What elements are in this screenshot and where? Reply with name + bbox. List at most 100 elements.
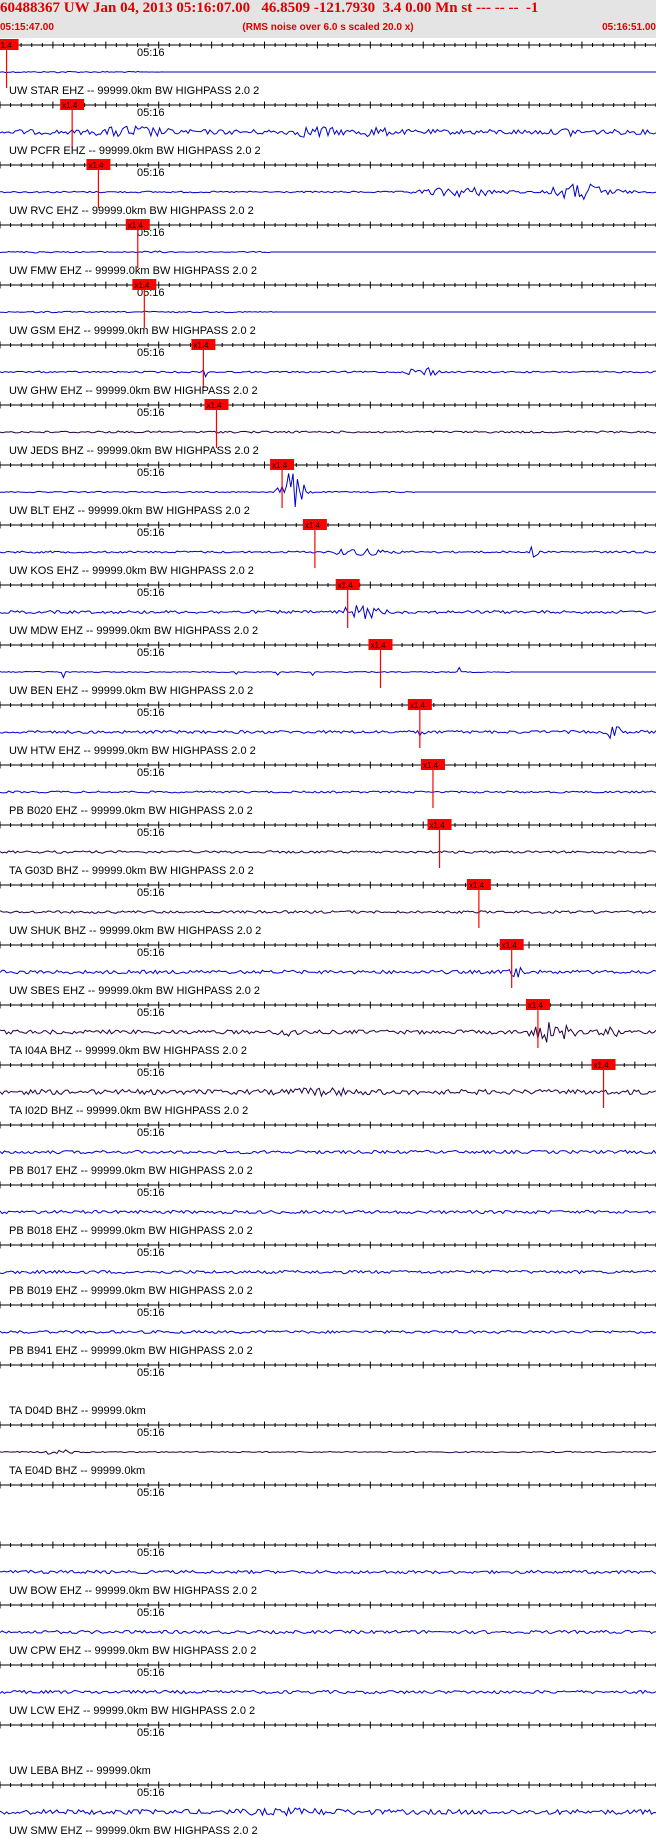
pick-label: x1.4 — [272, 461, 288, 470]
tick-label: 05:16 — [137, 1427, 165, 1439]
pick-label: x1.4 — [430, 821, 446, 830]
pick-label: x1.4 — [502, 941, 518, 950]
pick-label: x1.4 — [305, 521, 321, 530]
pick-label: x1.4 — [370, 641, 386, 650]
waveform-trace — [0, 430, 656, 434]
waveform-trace — [0, 1569, 656, 1575]
waveform-trace — [0, 367, 656, 378]
station-label: TA I02D BHZ -- 99999.0km BW HIGHPASS 2.0… — [9, 1105, 248, 1117]
pick-label: x1.4 — [206, 401, 222, 410]
station-label: PB B019 EHZ -- 99999.0km BW HIGHPASS 2.0… — [9, 1285, 253, 1297]
waveform-trace — [0, 604, 656, 620]
waveform-trace — [0, 726, 656, 740]
tick-label: 05:16 — [137, 1247, 165, 1259]
waveform-trace — [0, 70, 656, 74]
tick-label: 05:16 — [137, 1487, 165, 1499]
station-label: UW SBES EHZ -- 99999.0km BW HIGHPASS 2.0… — [9, 985, 260, 997]
pick-label: x1.4 — [338, 581, 354, 590]
station-label: PB B018 EHZ -- 99999.0km BW HIGHPASS 2.0… — [9, 1225, 253, 1237]
tick-label: 05:16 — [137, 887, 165, 899]
station-label: UW BOW EHZ -- 99999.0km BW HIGHPASS 2.0 … — [9, 1585, 257, 1597]
tick-label: 05:16 — [137, 47, 165, 59]
tick-label: 05:16 — [137, 167, 165, 179]
waveform-trace — [0, 909, 656, 915]
station-label: UW LCW EHZ -- 99999.0km BW HIGHPASS 2.0 … — [9, 1705, 255, 1717]
waveform-trace — [0, 1449, 656, 1455]
seismogram-traces: 05:16 x1.4 UW STAR EHZ -- 99999.0km BW HIG… — [0, 39, 656, 1837]
tick-label: 05:16 — [137, 587, 165, 599]
pick-label: x1.4 — [423, 761, 439, 770]
station-label: UW HTW EHZ -- 99999.0km BW HIGHPASS 2.0 … — [9, 745, 256, 757]
tick-label: 05:16 — [137, 107, 165, 119]
waveform-trace — [0, 1086, 656, 1098]
pick-label: x1.4 — [128, 221, 144, 230]
station-label: TA I04A BHZ -- 99999.0km BW HIGHPASS 2.0… — [9, 1045, 247, 1057]
tick-label: 05:16 — [137, 947, 165, 959]
waveform-trace — [0, 1806, 656, 1817]
pick-label: x1.4 — [62, 101, 78, 110]
station-label: UW GHW EHZ -- 99999.0km BW HIGHPASS 2.0 … — [9, 385, 258, 397]
station-label: UW RVC EHZ -- 99999.0km BW HIGHPASS 2.0 … — [9, 205, 254, 217]
tick-label: 05:16 — [137, 1127, 165, 1139]
waveform-trace — [0, 1689, 656, 1695]
pick-label: x1.4 — [88, 161, 104, 170]
waveform-trace — [0, 125, 656, 139]
station-label: UW JEDS BHZ -- 99999.0km BW HIGHPASS 2.0… — [9, 445, 259, 457]
station-label: UW SMW EHZ -- 99999.0km BW HIGHPASS 2.0 … — [9, 1825, 258, 1837]
tick-label: 05:16 — [137, 347, 165, 359]
pick-label: x1.4 — [469, 881, 485, 890]
station-label: UW BLT EHZ -- 99999.0km BW HIGHPASS 2.0 … — [9, 505, 250, 517]
tick-label: 05:16 — [137, 1367, 165, 1379]
waveform-trace — [0, 1329, 656, 1335]
tick-label: 05:16 — [137, 407, 165, 419]
waveform-trace — [0, 1022, 656, 1043]
waveform-trace — [0, 966, 656, 978]
waveform-trace — [0, 310, 656, 314]
tick-label: 05:16 — [137, 1667, 165, 1679]
waveform-trace — [0, 1149, 656, 1155]
tick-label: 05:16 — [137, 647, 165, 659]
station-label: PB B941 EHZ -- 99999.0km BW HIGHPASS 2.0… — [9, 1345, 253, 1357]
plot-header: 60488367 UW Jan 04, 2013 05:16:07.00 46.… — [0, 0, 656, 38]
rms-noise-subtitle: (RMS noise over 6.0 s scaled 20.0 x) — [242, 22, 414, 33]
tick-label: 05:16 — [137, 1067, 165, 1079]
station-label: UW MDW EHZ -- 99999.0km BW HIGHPASS 2.0 … — [9, 625, 258, 637]
tick-label: 05:16 — [137, 1547, 165, 1559]
station-label: UW SHUK BHZ -- 99999.0km BW HIGHPASS 2.0… — [9, 925, 261, 937]
tick-label: 05:16 — [137, 1727, 165, 1739]
waveform-trace — [0, 1629, 656, 1635]
pick-label: x1.4 — [528, 1001, 544, 1010]
waveform-trace — [0, 850, 656, 854]
waveform-trace — [0, 1269, 656, 1275]
pick-label: x1.4 — [193, 341, 209, 350]
tick-label: 05:16 — [137, 1007, 165, 1019]
station-label: TA G03D BHZ -- 99999.0km BW HIGHPASS 2.0… — [9, 865, 254, 877]
tick-label: 05:16 — [137, 827, 165, 839]
pick-label: x1.4 — [410, 701, 426, 710]
station-label: UW LEBA BHZ -- 99999.0km — [9, 1765, 151, 1777]
tick-label: 05:16 — [137, 1187, 165, 1199]
station-label: UW STAR EHZ -- 99999.0km BW HIGHPASS 2.0… — [9, 85, 259, 97]
tick-label: 05:16 — [137, 1787, 165, 1799]
waveform-trace — [0, 1209, 656, 1215]
end-time-label: 05:16:51.00 — [602, 22, 656, 33]
tick-label: 05:16 — [137, 467, 165, 479]
pick-label: x1.4 — [134, 281, 150, 290]
waveform-trace — [0, 545, 656, 558]
waveform-trace — [0, 473, 656, 508]
station-label: UW CPW EHZ -- 99999.0km BW HIGHPASS 2.0 … — [9, 1645, 256, 1657]
event-title: 60488367 UW Jan 04, 2013 05:16:07.00 46.… — [0, 0, 539, 16]
waveform-trace — [0, 790, 656, 794]
pick-label: x1.4 — [0, 41, 12, 50]
tick-label: 05:16 — [137, 1607, 165, 1619]
pick-label: x1.4 — [594, 1061, 610, 1070]
station-label: TA D04D BHZ -- 99999.0km — [9, 1405, 146, 1417]
station-label: TA E04D BHZ -- 99999.0km — [9, 1465, 145, 1477]
tick-label: 05:16 — [137, 767, 165, 779]
waveform-trace — [0, 250, 656, 254]
station-label: UW PCFR EHZ -- 99999.0km BW HIGHPASS 2.0… — [9, 145, 261, 157]
waveform-trace — [0, 666, 656, 679]
station-label: UW GSM EHZ -- 99999.0km BW HIGHPASS 2.0 … — [9, 325, 256, 337]
station-label: UW FMW EHZ -- 99999.0km BW HIGHPASS 2.0 … — [9, 265, 257, 277]
tick-label: 05:16 — [137, 1307, 165, 1319]
